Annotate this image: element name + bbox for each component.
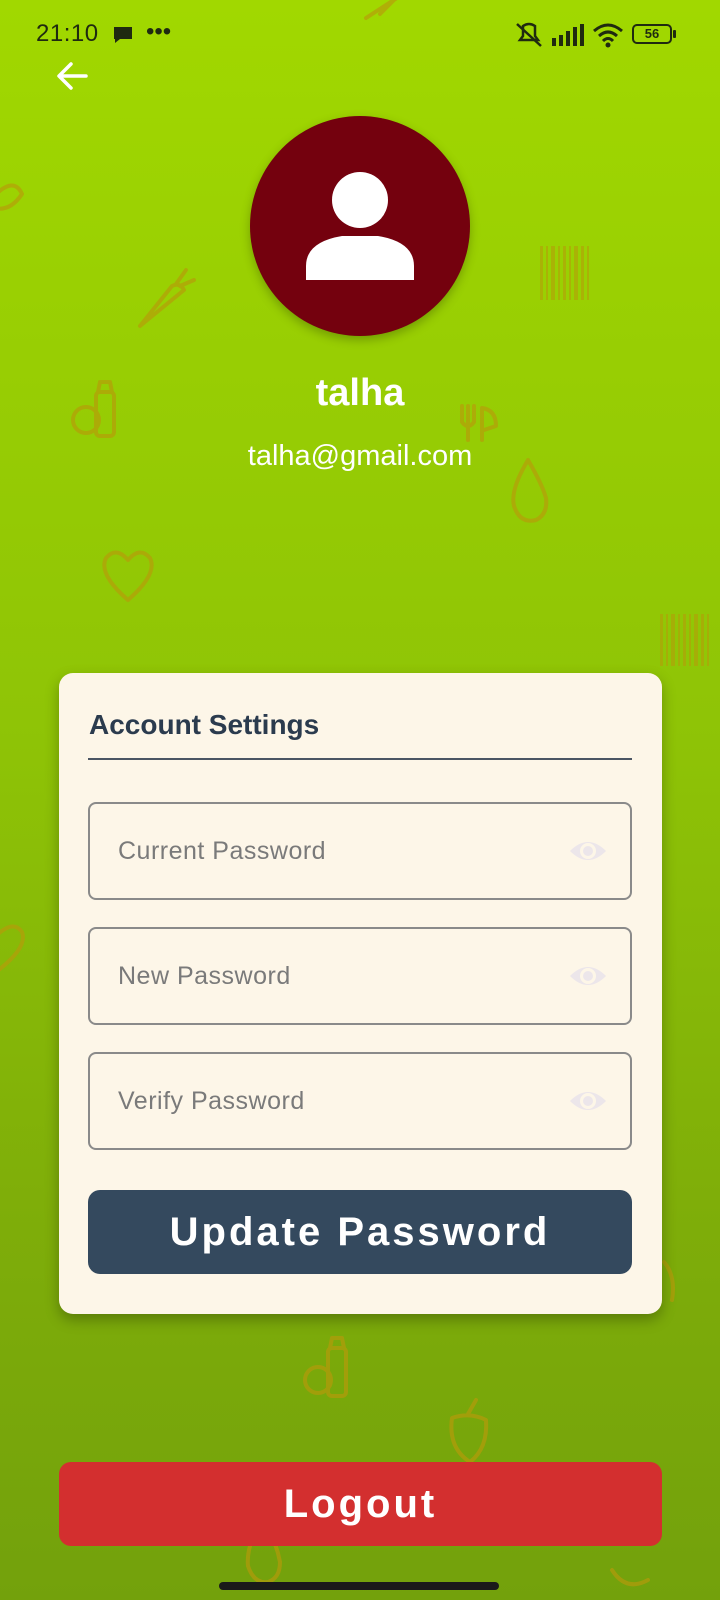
verify-password-field[interactable]	[88, 1052, 632, 1150]
battery-indicator: 56	[632, 24, 676, 44]
more-notifications-icon: •••	[146, 18, 172, 45]
back-button[interactable]	[52, 54, 96, 98]
verify-password-input[interactable]	[118, 1054, 538, 1148]
leaf-icon	[0, 183, 24, 211]
status-time: 21:10	[36, 20, 99, 47]
account-settings-title: Account Settings	[89, 709, 320, 740]
status-icons: 56	[514, 20, 680, 48]
new-password-field[interactable]	[88, 927, 632, 1025]
current-password-field[interactable]	[88, 802, 632, 900]
user-name: talha	[315, 372, 405, 414]
home-indicator[interactable]	[219, 1582, 499, 1590]
divider	[88, 758, 632, 760]
wifi-icon	[593, 23, 623, 48]
user-email: talha@gmail.com	[247, 440, 473, 472]
account-settings-card: Account Settings Update Password	[59, 673, 662, 1314]
eye-icon[interactable]	[568, 1085, 608, 1117]
barcode-icon	[660, 614, 709, 666]
barcode-icon	[540, 246, 589, 300]
eye-icon[interactable]	[568, 960, 608, 992]
new-password-input[interactable]	[118, 929, 538, 1023]
person-icon	[306, 172, 414, 280]
heart-icon	[102, 550, 154, 602]
jar-icon	[303, 1336, 348, 1398]
mute-icon	[516, 22, 542, 47]
current-password-input[interactable]	[118, 804, 538, 898]
pepper-icon	[610, 1568, 650, 1587]
eye-icon[interactable]	[568, 835, 608, 867]
update-password-button[interactable]: Update Password	[88, 1190, 632, 1274]
heart-icon	[0, 924, 25, 972]
chat-bubble-icon	[112, 24, 134, 52]
pepper-icon	[449, 1398, 489, 1464]
logout-button[interactable]: Logout	[59, 1462, 662, 1546]
carrot-icon	[138, 268, 196, 328]
avatar	[250, 116, 470, 336]
arrow-left-icon	[57, 62, 88, 90]
apple-icon	[662, 1260, 675, 1302]
status-bar: 21:10 ••• 56	[0, 0, 720, 66]
signal-icon	[552, 24, 584, 46]
